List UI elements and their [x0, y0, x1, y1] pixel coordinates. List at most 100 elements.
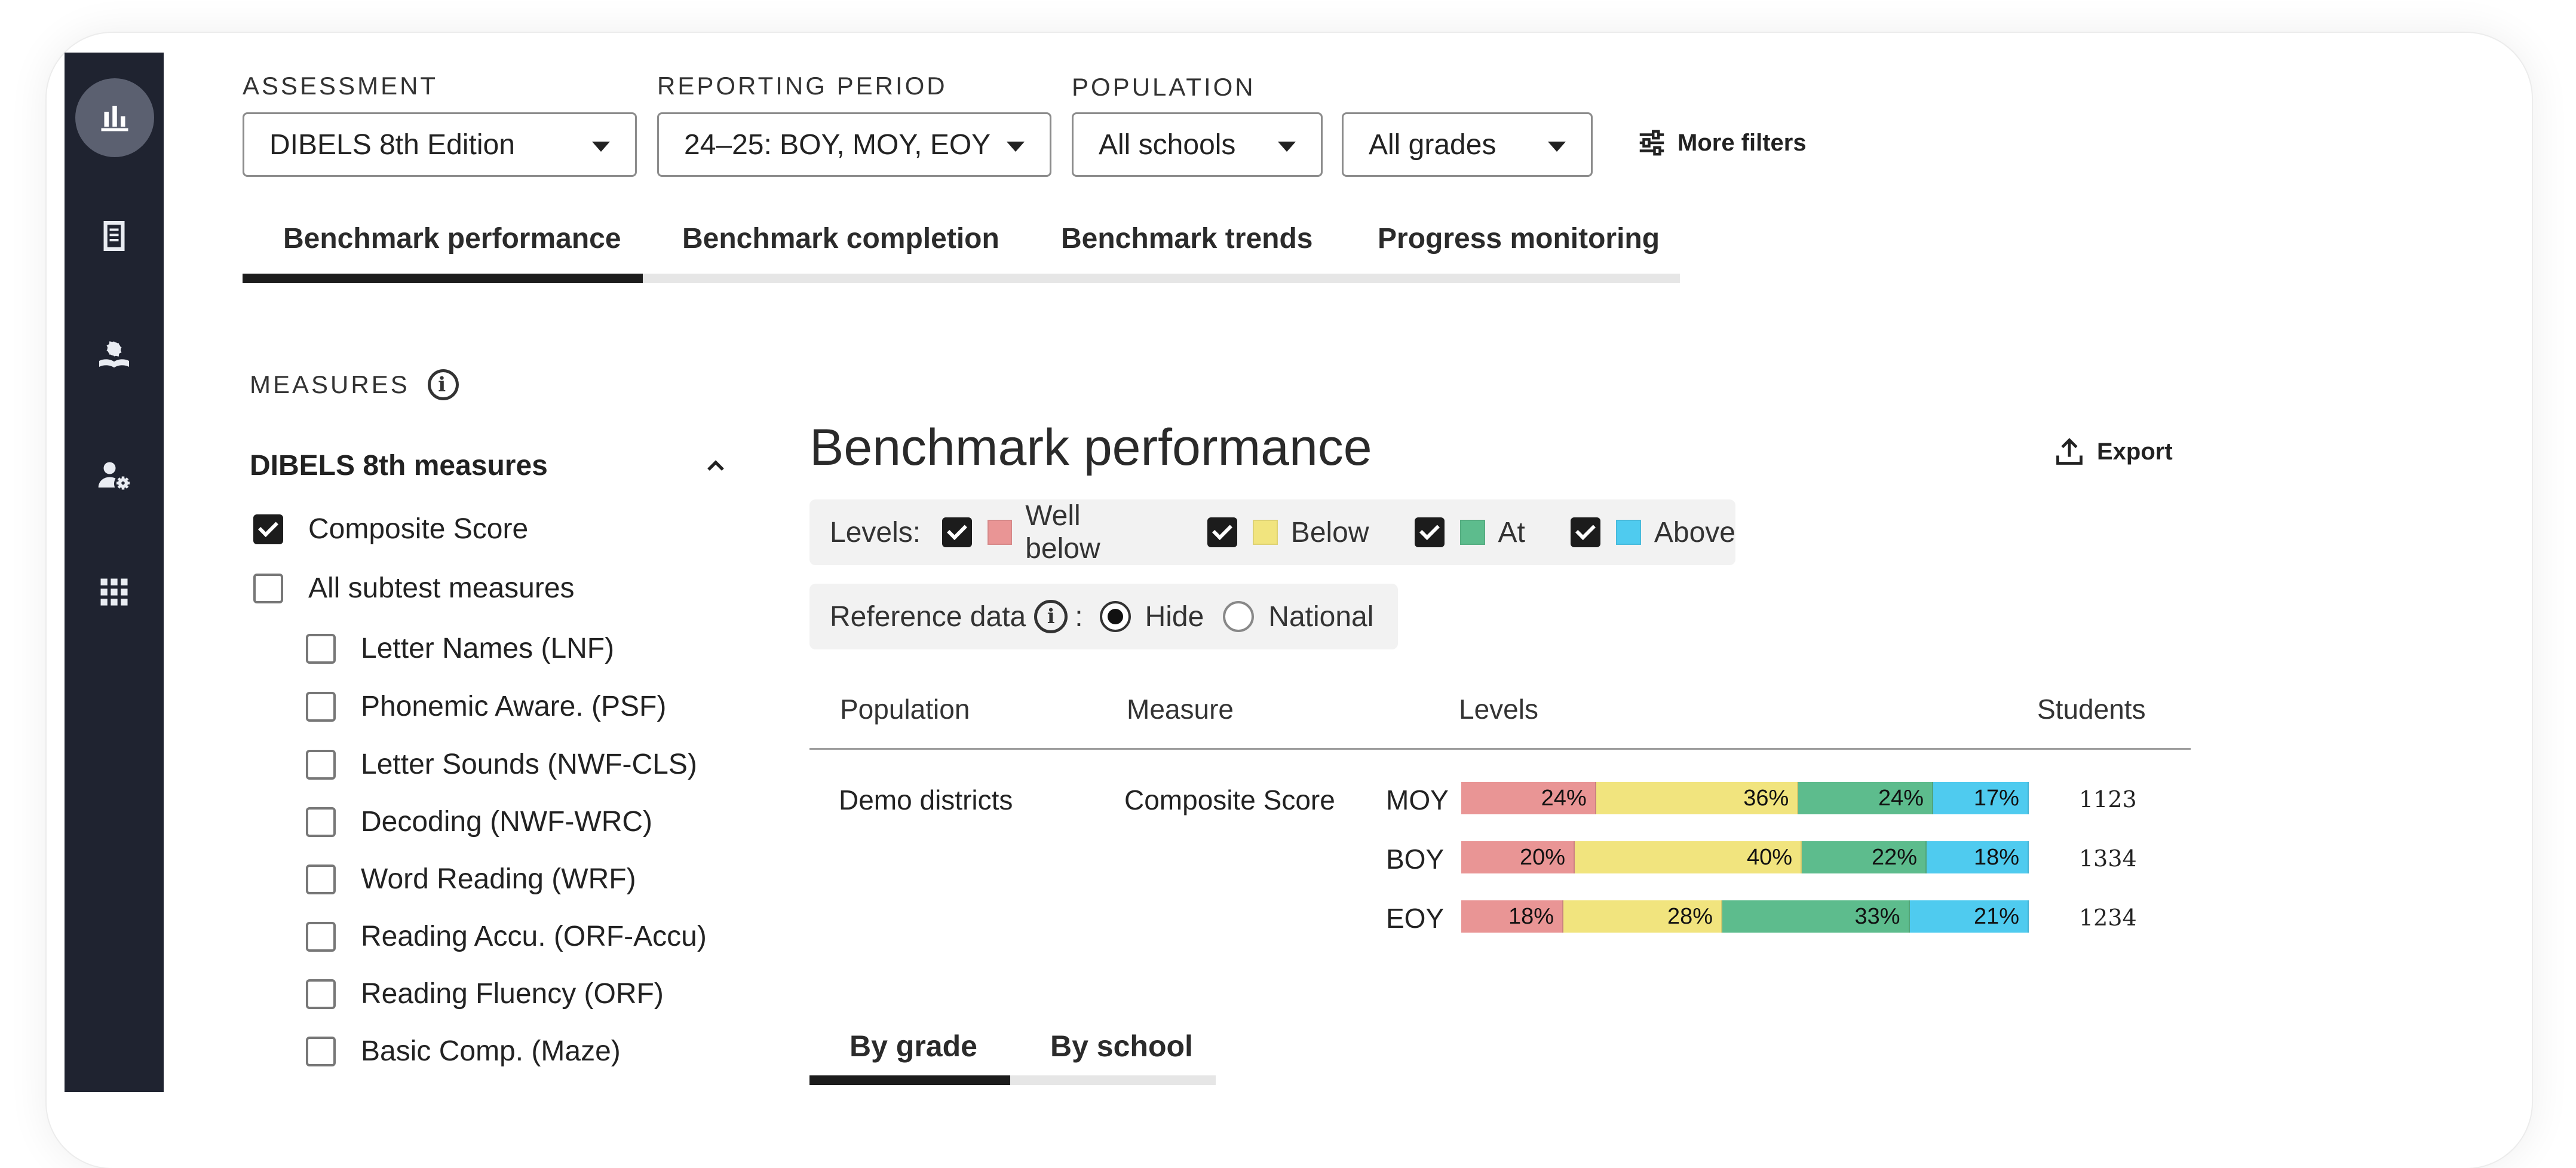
subtest-option[interactable]: Phonemic Aware. (PSF) — [306, 690, 666, 723]
subtest-option[interactable]: Word Reading (WRF) — [306, 863, 636, 896]
level-label: Below — [1290, 516, 1369, 548]
subtest-label: Word Reading (WRF) — [361, 863, 636, 895]
sliders-icon — [1639, 130, 1664, 156]
upload-icon — [2056, 438, 2083, 465]
subtest-checkbox[interactable] — [306, 979, 336, 1009]
document-icon — [103, 221, 125, 251]
level-at-toggle[interactable]: At — [1414, 516, 1525, 549]
composite-score-label: Composite Score — [308, 513, 529, 545]
level-label: At — [1498, 516, 1525, 548]
bar-segment-below[interactable]: 28% — [1563, 900, 1722, 933]
assessment-select[interactable]: DIBELS 8th Edition — [243, 112, 637, 177]
bar-segment-at[interactable]: 33% — [1722, 900, 1910, 933]
subtest-option[interactable]: Reading Accu. (ORF-Accu) — [306, 920, 707, 953]
radio-button[interactable] — [1223, 601, 1255, 632]
subtest-option[interactable]: Letter Names (LNF) — [306, 632, 614, 665]
reference-national-option[interactable]: National — [1223, 600, 1373, 633]
subtest-label: Decoding (NWF-WRC) — [361, 806, 653, 838]
nav-apps-button[interactable] — [65, 556, 164, 628]
subtest-checkbox[interactable] — [306, 1036, 336, 1066]
subtest-label: Reading Fluency (ORF) — [361, 978, 664, 1010]
table-header-divider — [809, 748, 2191, 750]
radio-button[interactable] — [1099, 601, 1131, 632]
reporting-period-select[interactable]: 24–25: BOY, MOY, EOY — [657, 112, 1051, 177]
bar-segment-below[interactable]: 40% — [1575, 841, 1802, 873]
subtest-checkbox[interactable] — [306, 864, 336, 894]
level-checkbox[interactable] — [1570, 517, 1600, 547]
tab-benchmark-trends[interactable]: Benchmark trends — [1061, 222, 1312, 255]
tab-benchmark-performance[interactable]: Benchmark performance — [283, 222, 621, 255]
nav-students-button[interactable] — [65, 319, 164, 391]
subtest-label: Letter Names (LNF) — [361, 633, 615, 664]
students-count: 1123 — [2079, 786, 2137, 813]
reference-data-colon: : — [1075, 600, 1083, 633]
nav-documents-button[interactable] — [65, 200, 164, 272]
level-well-below-toggle[interactable]: Well below — [942, 499, 1162, 565]
caret-down-icon — [592, 142, 610, 152]
level-swatch — [987, 520, 1013, 545]
grades-value: All grades — [1369, 128, 1496, 161]
subtest-checkbox[interactable] — [306, 633, 336, 664]
period-label: BOY — [1386, 844, 1445, 875]
subtest-checkbox[interactable] — [306, 749, 336, 780]
subtest-label: Letter Sounds (NWF-CLS) — [361, 749, 697, 780]
subtest-label: Basic Comp. (Maze) — [361, 1035, 621, 1067]
nav-user-settings-button[interactable] — [65, 440, 164, 511]
subtest-option[interactable]: Basic Comp. (Maze) — [306, 1035, 621, 1068]
measures-heading: MEASURES i — [250, 369, 459, 400]
subtest-option[interactable]: Decoding (NWF-WRC) — [306, 805, 652, 838]
level-checkbox[interactable] — [1414, 517, 1445, 547]
tab-benchmark-completion[interactable]: Benchmark completion — [682, 222, 999, 255]
level-checkbox[interactable] — [942, 517, 972, 547]
nav-reports-button[interactable] — [75, 78, 154, 157]
more-filters-button[interactable]: More filters — [1636, 127, 1807, 159]
all-subtests-option[interactable]: All subtest measures — [253, 572, 575, 605]
bar-segment-well-below[interactable]: 20% — [1461, 841, 1575, 873]
bar-segment-above[interactable]: 17% — [1933, 782, 2029, 814]
sidebar: ML — [65, 53, 164, 1151]
composite-score-option[interactable]: Composite Score — [253, 513, 528, 545]
bar-segment-above[interactable]: 21% — [1909, 900, 2029, 933]
bar-segment-above[interactable]: 18% — [1927, 841, 2029, 873]
tab-progress-monitoring[interactable]: Progress monitoring — [1378, 222, 1660, 255]
chevron-up-icon[interactable] — [705, 455, 726, 477]
column-header-levels: Levels — [1459, 694, 1538, 725]
subtest-checkbox[interactable] — [306, 691, 336, 722]
bar-chart-icon — [101, 106, 128, 131]
all-subtests-checkbox[interactable] — [253, 573, 283, 603]
population-select[interactable]: All schools — [1072, 112, 1323, 177]
info-icon[interactable]: i — [1034, 600, 1068, 633]
column-header-population: Population — [840, 694, 970, 725]
export-button[interactable]: Export — [2054, 436, 2173, 467]
active-tab-indicator — [243, 274, 643, 283]
bar-segment-well-below[interactable]: 24% — [1461, 782, 1596, 814]
tab-by-school[interactable]: By school — [1050, 1029, 1193, 1063]
reference-hide-option[interactable]: Hide — [1099, 600, 1204, 633]
measures-title: MEASURES — [250, 370, 410, 398]
stacked-bar[interactable]: 24% 36% 24% 17% — [1461, 782, 2029, 814]
bar-segment-at[interactable]: 22% — [1802, 841, 1927, 873]
all-subtests-label: All subtest measures — [308, 572, 575, 604]
bar-segment-well-below[interactable]: 18% — [1461, 900, 1563, 933]
level-above-toggle[interactable]: Above — [1570, 516, 1735, 549]
grades-select[interactable]: All grades — [1342, 112, 1593, 177]
bar-segment-at[interactable]: 24% — [1798, 782, 1934, 814]
reporting-period-value: 24–25: BOY, MOY, EOY — [684, 128, 991, 161]
reporting-period-label: REPORTING PERIOD — [657, 72, 947, 100]
subtest-option[interactable]: Reading Fluency (ORF) — [306, 977, 664, 1010]
stacked-bar[interactable]: 20% 40% 22% 18% — [1461, 841, 2029, 873]
reference-data-filter: Reference data i : Hide National — [809, 584, 1398, 649]
tab-by-grade[interactable]: By grade — [850, 1029, 977, 1063]
user-avatar-initials[interactable]: ML — [65, 1119, 164, 1151]
level-label: Above — [1654, 516, 1735, 548]
assessment-label: ASSESSMENT — [243, 72, 438, 100]
subtest-checkbox[interactable] — [306, 921, 336, 952]
bar-segment-below[interactable]: 36% — [1596, 782, 1799, 814]
info-icon[interactable]: i — [427, 369, 459, 400]
subtest-checkbox[interactable] — [306, 807, 336, 837]
subtest-option[interactable]: Letter Sounds (NWF-CLS) — [306, 748, 697, 781]
level-below-toggle[interactable]: Below — [1207, 516, 1369, 549]
composite-score-checkbox[interactable] — [253, 514, 283, 544]
stacked-bar[interactable]: 18% 28% 33% 21% — [1461, 900, 2029, 933]
level-checkbox[interactable] — [1207, 517, 1237, 547]
